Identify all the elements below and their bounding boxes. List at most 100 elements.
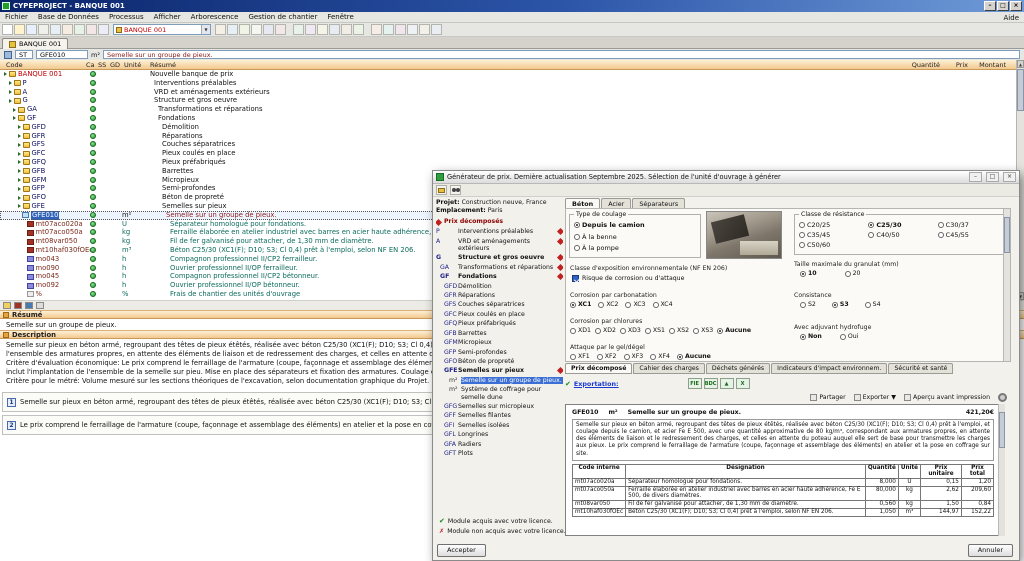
radio-aucune[interactable]: Aucune [677,353,711,360]
dlg-tree-row-gfi[interactable]: GFISemelles isolées [436,421,563,430]
export-link[interactable]: Exportation: [574,380,619,388]
toolbar-icon[interactable] [86,24,97,35]
dlg-tree-row-gft[interactable]: GFTPlots [436,449,563,458]
expander-icon[interactable] [18,134,21,138]
dialog-close-icon[interactable]: × [1003,172,1016,182]
tree-row-a[interactable]: AVRD et aménagements extérieurs [0,88,1016,97]
col-ss[interactable]: SS [98,61,106,69]
radio-xs2[interactable]: XS2 [669,327,689,334]
radio--la-pompe[interactable]: À la pompe [574,244,696,252]
radio-non[interactable]: Non [800,333,822,340]
toolbar-icon[interactable] [50,24,61,35]
radio-20[interactable]: 20 [845,270,861,277]
radio-xf3[interactable]: XF3 [624,353,644,360]
toolbar-icon[interactable] [317,24,328,35]
tree-row-g[interactable]: GStructure et gros oeuvre [0,96,1016,105]
dlg-tree-row-ga[interactable]: GATransformations et réparations [436,263,563,272]
scroll-thumb[interactable] [1004,217,1010,253]
dlg-tree-row-gfd[interactable]: GFDDémolition [436,282,563,291]
toolbar-icon[interactable] [305,24,316,35]
radio-xf4[interactable]: XF4 [650,353,670,360]
cancel-button[interactable]: Annuler [968,544,1013,557]
bank-combobox[interactable]: BANQUE 001 ▼ [113,24,211,35]
root-node[interactable]: Prix décomposés [436,218,563,225]
detail-toolbar-icon[interactable] [3,302,11,309]
expander-icon[interactable] [18,187,21,191]
maximize-icon[interactable]: □ [997,1,1009,11]
dlg-tree-row-gf[interactable]: GFFondations [436,272,563,281]
radio-c30-37[interactable]: C30/37 [938,221,1001,229]
toolbar-icon[interactable] [431,24,442,35]
action-partager[interactable]: Partager [810,394,845,401]
radio-c45-55[interactable]: C45/55 [938,231,1001,239]
dlg-tree-row-gfa[interactable]: GFARadiers [436,440,563,449]
expander-icon[interactable] [18,143,21,147]
radio-depuis-le-camion[interactable]: Depuis le camion [574,221,696,229]
dlg-tree-row-gfl[interactable]: GFLLongrines [436,430,563,439]
gear-icon[interactable] [998,393,1007,402]
dlg-tree-row-a[interactable]: AVRD et aménagements extérieurs [436,237,563,254]
radio-s4[interactable]: S4 [865,301,881,308]
dlg-tree-row-gfq[interactable]: GFQPieux préfabriqués [436,319,563,328]
dlg-tree-row-gfm[interactable]: GFMMicropieux [436,338,563,347]
expander-icon[interactable] [9,90,12,94]
toolbar-icon[interactable] [341,24,352,35]
expander-icon[interactable] [13,116,16,120]
tree-row-gfs[interactable]: GFSCouches séparatrices [0,140,1016,149]
toolbar-icon[interactable] [227,24,238,35]
toolbar-icon[interactable] [263,24,274,35]
radio-c40-50[interactable]: C40/50 [868,231,931,239]
tab-prix-d-compos-[interactable]: Prix décomposé [565,363,632,374]
toolbar-icon[interactable] [98,24,109,35]
expander-icon[interactable] [4,72,7,76]
col-code[interactable]: Code [6,61,23,69]
tree-row-gf[interactable]: GFFondations [0,114,1016,123]
radio-oui[interactable]: Oui [840,333,859,340]
chevron-down-icon[interactable]: ▼ [201,25,210,34]
menu-fichier[interactable]: Fichier [0,13,33,21]
toolbar-icon[interactable] [329,24,340,35]
radio-xf1[interactable]: XF1 [570,353,590,360]
expander-icon[interactable] [18,152,21,156]
action-aper-u-avant-impression[interactable]: Aperçu avant impression [904,394,990,401]
toolbar-icon[interactable] [371,24,382,35]
dialog-maximize-icon[interactable]: □ [986,172,999,182]
checkbox-checked-icon[interactable] [572,275,579,282]
dialog-minimize-icon[interactable]: – [969,172,982,182]
menu-fen-tre[interactable]: Fenêtre [322,13,358,21]
radio-xs3[interactable]: XS3 [693,327,713,334]
radio-s3[interactable]: S3 [832,301,849,308]
expander-icon[interactable] [18,125,21,129]
tab-d-chets-g-n-r-s[interactable]: Déchets générés [706,363,770,374]
menu-gestion-de-chantier[interactable]: Gestion de chantier [243,13,322,21]
menu-processus[interactable]: Processus [104,13,149,21]
dlg-tree-row-gfb[interactable]: GFBBarrettes [436,329,563,338]
toolbar-icon[interactable] [38,24,49,35]
radio--la-benne[interactable]: À la benne [574,233,696,241]
concept-code-field[interactable]: GFE010 [36,50,88,59]
dlg-tree-row-gfr[interactable]: GFRRéparations [436,291,563,300]
radio-xd2[interactable]: XD2 [595,327,616,334]
dlg-tree-row-gff[interactable]: GFFSemelles filantes [436,411,563,420]
tab-cahier-des-charges[interactable]: Cahier des charges [633,363,705,374]
tree-row-gfr[interactable]: GFRRéparations [0,132,1016,141]
menu-arborescence[interactable]: Arborescence [186,13,244,21]
export-arrow-icon[interactable]: ▲ [720,378,734,389]
col-quantite[interactable]: Quantité [912,61,940,69]
col-gd[interactable]: GD [110,61,120,69]
toolbar-icon[interactable] [353,24,364,35]
detail-toolbar-icon[interactable] [14,302,22,309]
radio-c25-30[interactable]: C25/30 [868,221,931,229]
toolbar-icon[interactable] [239,24,250,35]
col-prix[interactable]: Prix [956,61,968,69]
menu-aide[interactable]: Aide [1004,14,1019,22]
dlg-tree-row-gfs[interactable]: GFSCouches séparatrices [436,300,563,309]
col-unite[interactable]: Unité [124,61,141,69]
expander-icon[interactable] [18,160,21,164]
tab-indicateurs-d-impact-environnem-[interactable]: Indicateurs d'impact environnem. [771,363,887,374]
radio-xc1[interactable]: XC1 [570,301,591,308]
radio-s2[interactable]: S2 [800,301,816,308]
dlg-tree-item[interactable]: m²Système de coffrage pour semelle dune [436,385,563,402]
radio-aucune[interactable]: Aucune [717,327,751,334]
detail-toolbar-icon[interactable] [36,302,44,309]
